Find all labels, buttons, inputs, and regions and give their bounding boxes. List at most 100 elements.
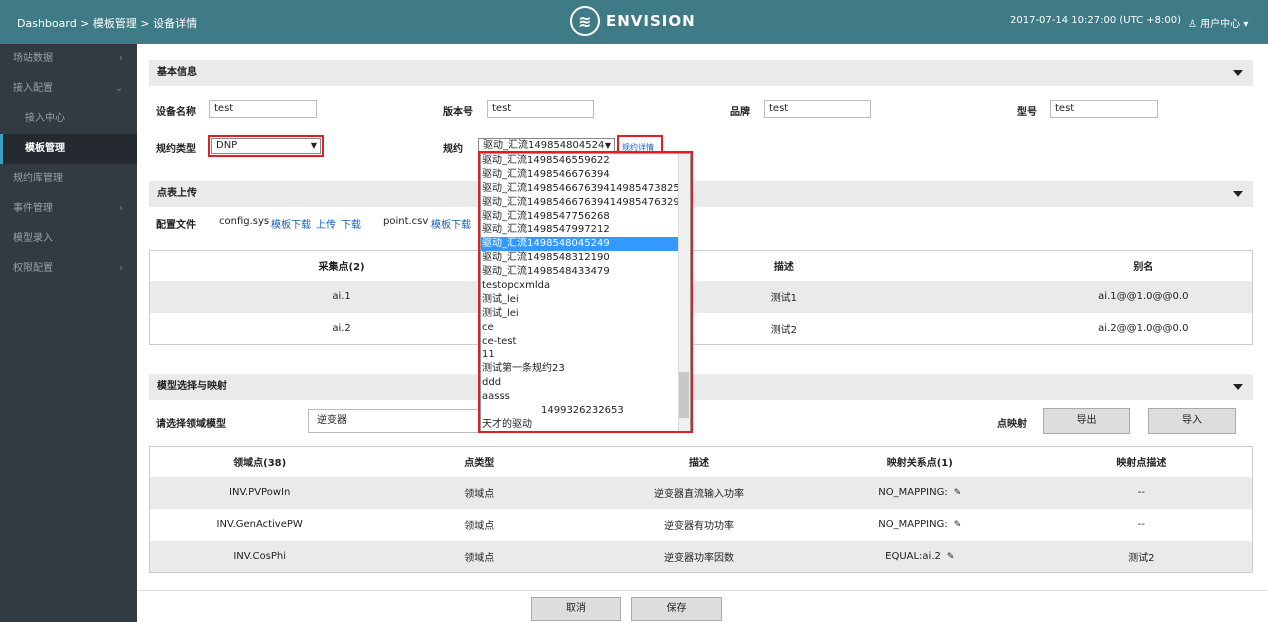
sidebar-item-event-management[interactable]: 事件管理 › <box>0 194 137 224</box>
footer-action-bar: 取消 保存 <box>137 590 1268 622</box>
current-time: 2017-07-14 10:27:00 (UTC +8:00) <box>1010 15 1182 26</box>
table-cell: ai.1@@1.0@@0.0 <box>1034 280 1253 313</box>
config-upload-link[interactable]: 上传 <box>316 216 336 231</box>
column-header: 点类型 <box>369 446 590 477</box>
user-icon: ♙ <box>1188 19 1197 30</box>
mapping-cell: NO_MAPPING: ✎ <box>809 509 1031 541</box>
section-title: 模型选择与映射 <box>157 381 227 392</box>
table-cell: INV.CosPhi <box>149 540 370 573</box>
export-button[interactable]: 导出 <box>1043 408 1130 434</box>
mapping-value: NO_MAPPING: <box>878 487 948 498</box>
config-file-label: 配置文件 <box>156 220 196 231</box>
logo-icon: ≋ <box>570 6 600 36</box>
config-template-download-link[interactable]: 模板下载 <box>271 216 311 231</box>
section-header-point-upload[interactable]: 点表上传 <box>149 181 1253 207</box>
table-cell: ai.2 <box>332 322 351 334</box>
sidebar-item-protocol-library[interactable]: 规约库管理 <box>0 164 137 194</box>
sidebar-item-label: 场站数据 <box>13 53 53 64</box>
protocol-value: 驱动_汇流149854804524 <box>483 140 605 151</box>
column-header: 采集点(2) <box>149 250 534 281</box>
section-title: 点表上传 <box>157 188 197 199</box>
table-cell: INV.GenActivePW <box>216 519 303 530</box>
collapse-triangle-icon[interactable] <box>1233 191 1243 197</box>
chevron-right-icon: › <box>119 263 123 274</box>
import-button[interactable]: 导入 <box>1148 408 1236 434</box>
point-mapping-label: 点映射 <box>997 419 1027 430</box>
model-mapping-table: 领域点(38) 点类型 描述 映射关系点(1) 映射点描述 INV.PVPowI… <box>149 446 1253 573</box>
collapse-triangle-icon[interactable] <box>1233 70 1243 76</box>
table-cell: 领域点 <box>369 540 590 573</box>
user-center-label: 用户中心 <box>1200 19 1241 30</box>
mapping-cell: EQUAL:ai.2 ✎ <box>808 540 1031 573</box>
domain-model-select[interactable]: 逆变器 <box>308 409 480 433</box>
sidebar-item-label: 事件管理 <box>13 203 53 214</box>
sidebar-item-label: 接入中心 <box>25 113 65 124</box>
sidebar-item-access-center[interactable]: 接入中心 <box>0 104 137 134</box>
top-bar: Dashboard > 模板管理 > 设备详情 ≋ ENVISION 2017-… <box>0 0 1268 44</box>
model-input[interactable]: test <box>1050 100 1158 118</box>
sidebar-item-label: 模型录入 <box>13 233 53 244</box>
table-row[interactable]: ai.2 测试2 ai.2@@1.0@@0.0 <box>150 313 1253 345</box>
cancel-button[interactable]: 取消 <box>531 597 621 621</box>
sidebar-item-model-entry[interactable]: 模型录入 <box>0 224 137 254</box>
section-title: 基本信息 <box>157 67 197 78</box>
table-cell: 逆变器有功功率 <box>663 521 734 532</box>
column-header: 领域点(38) <box>149 446 370 477</box>
chevron-right-icon: › <box>119 53 123 64</box>
point-template-download-link[interactable]: 模板下载 <box>431 216 471 231</box>
device-name-input[interactable]: test <box>209 100 317 118</box>
brand-label: 品牌 <box>730 107 750 118</box>
column-header: 映射点描述 <box>1030 446 1253 477</box>
table-cell: 逆变器功率因数 <box>589 540 809 573</box>
model-label: 型号 <box>1017 107 1037 118</box>
caret-down-icon: ▾ <box>1243 19 1249 30</box>
table-header-row: 采集点(2) 描述 别名 <box>149 250 1253 281</box>
section-header-model-mapping[interactable]: 模型选择与映射 <box>149 374 1253 400</box>
table-row[interactable]: INV.CosPhi 领域点 逆变器功率因数 EQUAL:ai.2 ✎ 测试2 <box>149 540 1253 573</box>
sidebar: 场站数据 › 接入配置 ⌄ 接入中心 模板管理 规约库管理 事件管理 › 模型录… <box>0 44 137 622</box>
sidebar-item-label: 模板管理 <box>25 143 65 154</box>
table-header-row: 领域点(38) 点类型 描述 映射关系点(1) 映射点描述 <box>149 446 1253 477</box>
highlight-box <box>478 151 693 433</box>
config-file-name: config.sys <box>219 216 270 227</box>
table-row[interactable]: INV.PVPowIn 领域点 逆变器直流输入功率 NO_MAPPING: ✎ -… <box>149 476 1253 509</box>
version-input[interactable]: test <box>487 100 594 118</box>
version-label: 版本号 <box>443 107 473 118</box>
point-table: 采集点(2) 描述 别名 ai.1 测试1 ai.1@@1.0@@0.0 ai.… <box>149 250 1253 345</box>
sidebar-item-access-config[interactable]: 接入配置 ⌄ <box>0 74 137 104</box>
breadcrumb[interactable]: Dashboard > 模板管理 > 设备详情 <box>17 15 197 31</box>
device-name-label: 设备名称 <box>156 107 196 118</box>
sidebar-item-label: 规约库管理 <box>13 173 63 184</box>
table-cell: 领域点 <box>464 521 495 532</box>
table-cell: 逆变器直流输入功率 <box>589 476 809 509</box>
pencil-icon[interactable]: ✎ <box>954 520 962 530</box>
table-row[interactable]: INV.GenActivePW 领域点 逆变器有功功率 NO_MAPPING: ✎… <box>150 509 1253 541</box>
envision-logo: ≋ ENVISION <box>570 6 696 36</box>
table-row[interactable]: ai.1 测试1 ai.1@@1.0@@0.0 <box>149 280 1253 313</box>
protocol-label: 规约 <box>443 144 463 155</box>
point-file-name: point.csv <box>383 216 429 227</box>
table-cell: ai.1 <box>149 280 534 313</box>
table-cell: ai.2@@1.0@@0.0 <box>1098 322 1189 334</box>
table-cell: -- <box>1030 476 1253 509</box>
section-header-basic-info[interactable]: 基本信息 <box>149 60 1253 86</box>
pencil-icon[interactable]: ✎ <box>947 552 955 562</box>
column-header: 映射关系点(1) <box>808 446 1031 477</box>
brand-input[interactable]: test <box>764 100 871 118</box>
pencil-icon[interactable]: ✎ <box>954 488 962 498</box>
save-button[interactable]: 保存 <box>631 597 722 621</box>
mapping-value: NO_MAPPING: <box>878 519 948 530</box>
protocol-type-label: 规约类型 <box>156 144 196 155</box>
sidebar-item-permissions[interactable]: 权限配置 › <box>0 254 137 284</box>
column-header: 别名 <box>1034 250 1253 281</box>
main-content: 基本信息 设备名称 test 版本号 test 品牌 test 型号 test … <box>137 44 1268 622</box>
chevron-down-icon: ⌄ <box>114 83 123 94</box>
config-download-link[interactable]: 下载 <box>341 216 361 231</box>
chevron-right-icon: › <box>119 203 123 214</box>
highlight-box <box>208 135 324 157</box>
collapse-triangle-icon[interactable] <box>1233 384 1243 390</box>
sidebar-item-site-data[interactable]: 场站数据 › <box>0 44 137 74</box>
sidebar-item-template-management[interactable]: 模板管理 <box>0 134 137 164</box>
logo-text: ENVISION <box>606 12 696 30</box>
user-center-menu[interactable]: ♙ 用户中心 ▾ <box>1188 15 1248 30</box>
